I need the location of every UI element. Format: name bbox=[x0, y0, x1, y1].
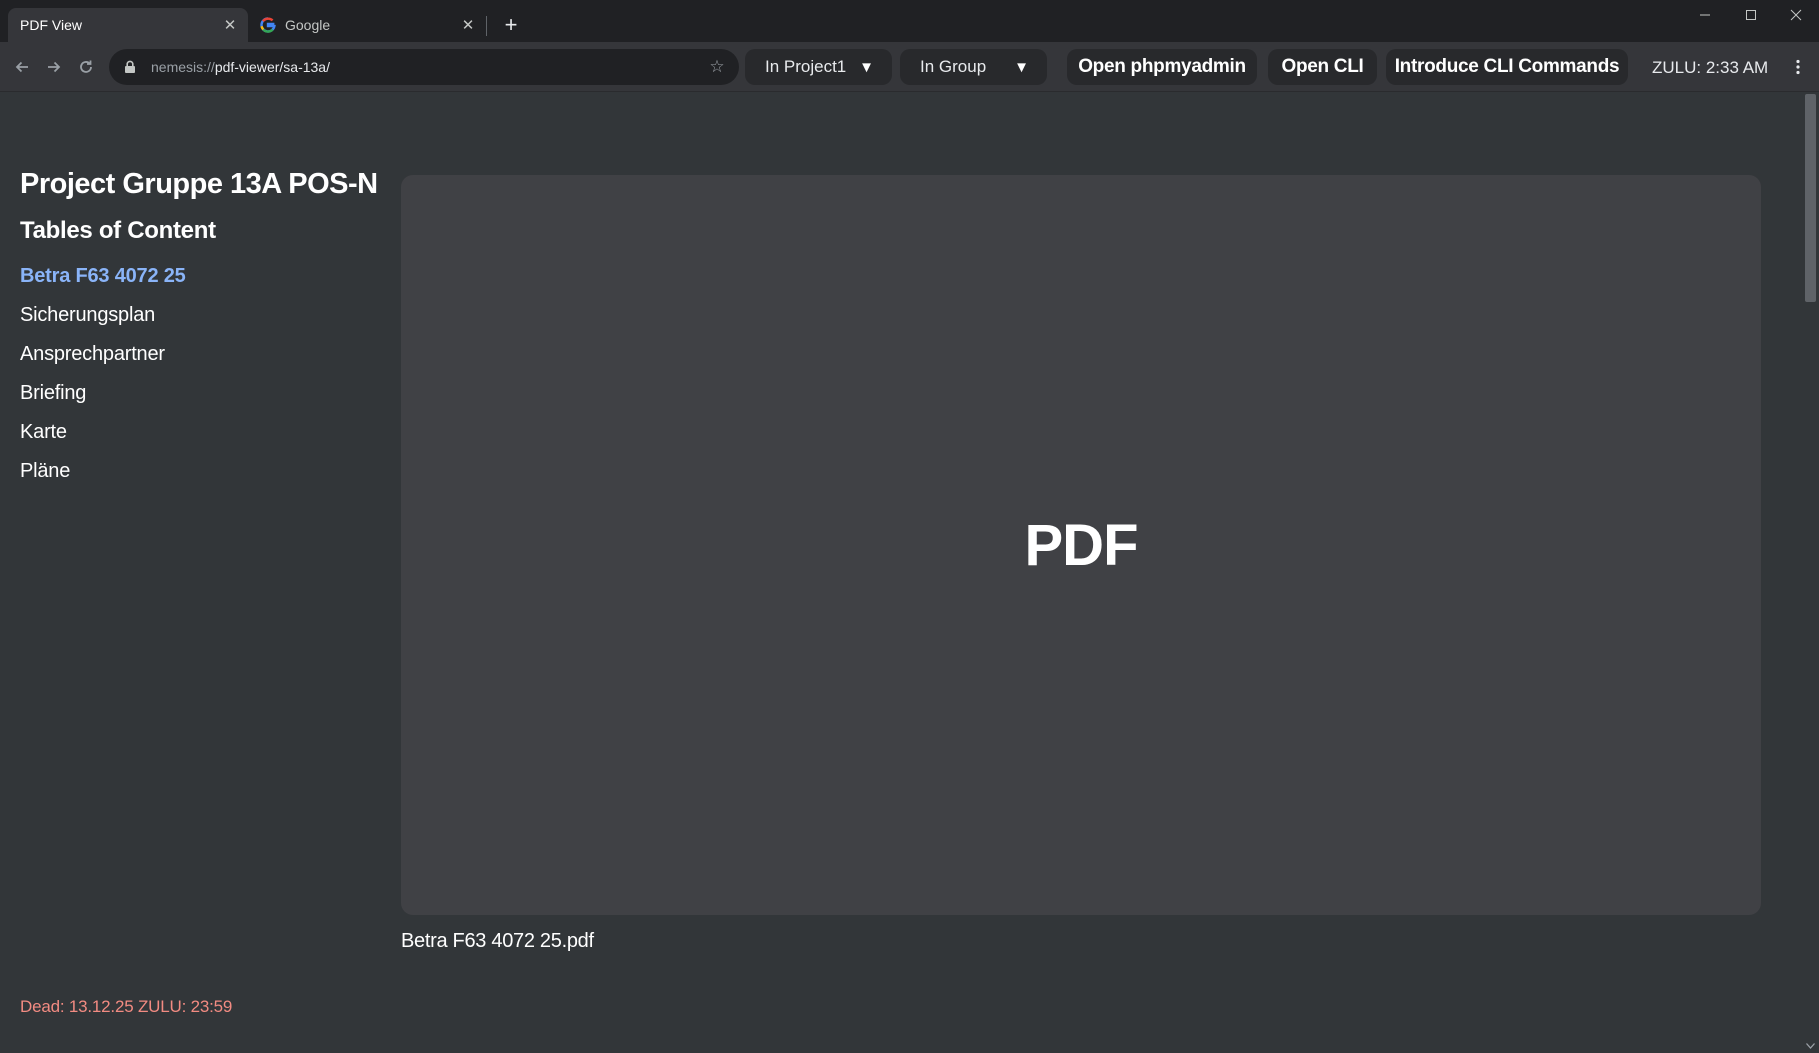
pdf-filename: Betra F63 4072 25.pdf bbox=[401, 930, 594, 952]
kebab-menu-icon[interactable] bbox=[1786, 55, 1810, 79]
open-cli-button[interactable]: Open CLI bbox=[1268, 49, 1377, 85]
scroll-down-arrow-icon[interactable] bbox=[1804, 1039, 1817, 1053]
open-phpmyadmin-button[interactable]: Open phpmyadmin bbox=[1067, 49, 1257, 85]
project-select-value: In Project1 bbox=[765, 57, 847, 76]
tab-pdf-view[interactable]: PDF View ✕ bbox=[8, 8, 248, 42]
pdf-viewer-frame[interactable]: PDF bbox=[401, 175, 1761, 915]
url-path: pdf-viewer/sa-13a/ bbox=[214, 59, 330, 75]
browser-toolbar: nemesis://pdf-viewer/sa-13a/ ☆ In Projec… bbox=[0, 42, 1819, 92]
url-scheme: nemesis:// bbox=[151, 59, 215, 75]
url-text: nemesis://pdf-viewer/sa-13a/ bbox=[151, 59, 703, 75]
project-select[interactable]: In Project1 ▼ bbox=[745, 49, 892, 85]
zulu-clock: ZULU: 2:33 AM bbox=[1652, 58, 1769, 77]
forward-arrow-icon[interactable] bbox=[42, 55, 66, 79]
tab-title: PDF View bbox=[20, 17, 82, 33]
close-icon[interactable]: ✕ bbox=[458, 15, 478, 35]
toc-list: Betra F63 4072 25 Sicherungsplan Ansprec… bbox=[20, 257, 400, 491]
toc-item-karte[interactable]: Karte bbox=[20, 413, 400, 452]
toc-heading: Tables of Content bbox=[20, 217, 216, 244]
address-bar[interactable]: nemesis://pdf-viewer/sa-13a/ ☆ bbox=[109, 49, 739, 85]
scrollbar-thumb[interactable] bbox=[1805, 94, 1816, 302]
tab-strip: PDF View ✕ Google ✕ + bbox=[0, 0, 1819, 42]
page-scrollbar[interactable] bbox=[1802, 92, 1819, 1053]
page-title: Project Gruppe 13A POS-N bbox=[20, 168, 378, 200]
chevron-down-icon: ▼ bbox=[859, 58, 874, 76]
minimize-icon[interactable] bbox=[1682, 0, 1728, 30]
group-select[interactable]: In Group ▼ bbox=[900, 49, 1047, 85]
introduce-cli-commands-button[interactable]: Introduce CLI Commands bbox=[1386, 49, 1628, 85]
group-select-value: In Group bbox=[920, 57, 987, 76]
toc-item-betra[interactable]: Betra F63 4072 25 bbox=[20, 257, 400, 296]
plus-icon[interactable]: + bbox=[498, 12, 524, 38]
toc-item-ansprechpartner[interactable]: Ansprechpartner bbox=[20, 335, 400, 374]
tab-separator bbox=[486, 16, 487, 36]
star-icon[interactable]: ☆ bbox=[703, 57, 731, 77]
sidebar: Project Gruppe 13A POS-N Tables of Conte… bbox=[20, 168, 400, 491]
close-icon[interactable]: ✕ bbox=[220, 15, 240, 35]
tab-title: Google bbox=[285, 17, 331, 33]
back-arrow-icon[interactable] bbox=[10, 55, 34, 79]
lock-icon bbox=[121, 60, 139, 74]
maximize-icon[interactable] bbox=[1728, 0, 1774, 30]
close-icon[interactable] bbox=[1773, 0, 1819, 30]
deadline-text: Dead: 13.12.25 ZULU: 23:59 bbox=[20, 997, 233, 1016]
google-g-icon bbox=[260, 17, 276, 33]
toc-item-sicherungsplan[interactable]: Sicherungsplan bbox=[20, 296, 400, 335]
toc-item-plaene[interactable]: Pläne bbox=[20, 452, 400, 491]
pdf-placeholder-text: PDF bbox=[1024, 512, 1139, 578]
chevron-down-icon: ▼ bbox=[1014, 58, 1029, 76]
toc-item-briefing[interactable]: Briefing bbox=[20, 374, 400, 413]
tab-google[interactable]: Google ✕ bbox=[250, 8, 486, 42]
reload-icon[interactable] bbox=[74, 55, 98, 79]
